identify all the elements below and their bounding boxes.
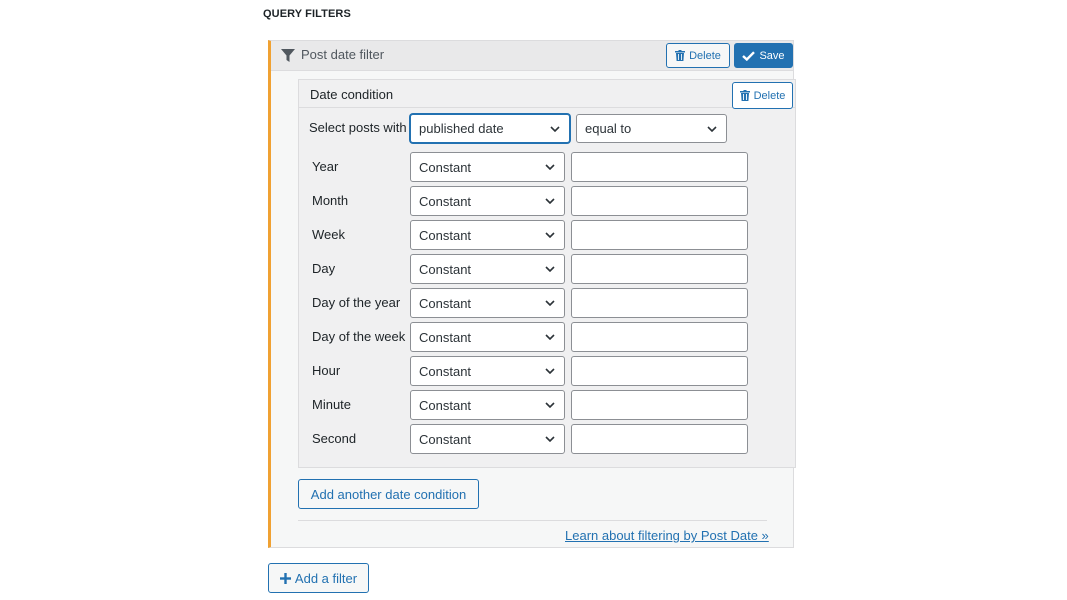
row-type-value: Constant [419, 329, 472, 345]
delete-filter-button[interactable]: Delete [666, 43, 730, 68]
row-type-select[interactable]: Constant [410, 356, 565, 386]
chevron-down-icon [545, 368, 555, 374]
date-field-select[interactable]: published date [410, 114, 570, 143]
row-type-select[interactable]: Constant [410, 288, 565, 318]
row-type-value: Constant [419, 397, 472, 413]
filter-header: Post date filter Delete Save [271, 41, 793, 71]
row-label: Day of the year [312, 295, 401, 310]
row-type-value: Constant [419, 363, 472, 379]
select-posts-label: Select posts with [309, 120, 407, 135]
learn-filtering-link[interactable]: Learn about filtering by Post Date » [565, 528, 769, 543]
section-title: QUERY FILTERS [263, 8, 351, 20]
plus-icon [279, 572, 291, 584]
delete-filter-label: Delete [689, 49, 721, 62]
delete-condition-button[interactable]: Delete [732, 82, 793, 109]
row-type-value: Constant [419, 193, 472, 209]
condition-header: Date condition [299, 80, 795, 108]
chevron-down-icon [545, 334, 555, 340]
chevron-down-icon [545, 198, 555, 204]
row-value-input[interactable] [571, 424, 748, 454]
row-label: Day [312, 261, 336, 276]
row-type-select[interactable]: Constant [410, 220, 565, 250]
date-field-value: published date [419, 121, 504, 136]
chevron-down-icon [545, 402, 555, 408]
date-condition-panel: Date condition Delete Select posts with … [298, 79, 796, 468]
row-type-select[interactable]: Constant [410, 254, 565, 284]
row-value-input[interactable] [571, 152, 748, 182]
row-value-input[interactable] [571, 322, 748, 352]
row-type-value: Constant [419, 159, 472, 175]
row-value-input[interactable] [571, 390, 748, 420]
row-type-select[interactable]: Constant [410, 186, 565, 216]
comparator-select[interactable]: equal to [576, 114, 727, 143]
row-value-input[interactable] [571, 254, 748, 284]
add-filter-button[interactable]: Add a filter [268, 563, 369, 593]
row-value-input[interactable] [571, 186, 748, 216]
row-label: Year [312, 159, 339, 174]
add-date-condition-button[interactable]: Add another date condition [298, 479, 479, 509]
comparator-value: equal to [585, 121, 632, 136]
row-label: Day of the week [312, 329, 406, 344]
row-value-input[interactable] [571, 288, 748, 318]
row-value-input[interactable] [571, 356, 748, 386]
post-date-filter-panel: Post date filter Delete Save Date condit… [268, 40, 796, 548]
chevron-down-icon [545, 266, 555, 272]
row-label: Second [312, 431, 357, 446]
row-type-value: Constant [419, 227, 472, 243]
row-type-select[interactable]: Constant [410, 322, 565, 352]
chevron-down-icon [545, 164, 555, 170]
row-value-input[interactable] [571, 220, 748, 250]
filter-title: Post date filter [301, 47, 385, 62]
row-type-value: Constant [419, 431, 472, 447]
add-filter-label: Add a filter [294, 570, 358, 586]
row-label: Hour [312, 363, 341, 378]
chevron-down-icon [550, 125, 560, 132]
row-type-select[interactable]: Constant [410, 424, 565, 454]
row-type-value: Constant [419, 261, 472, 277]
save-label: Save [759, 49, 785, 62]
row-type-select[interactable]: Constant [410, 390, 565, 420]
chevron-down-icon [707, 125, 717, 132]
divider [298, 520, 767, 521]
row-type-select[interactable]: Constant [410, 152, 565, 182]
chevron-down-icon [545, 300, 555, 306]
save-button[interactable]: Save [734, 43, 793, 68]
trash-icon [675, 50, 686, 61]
checkmark-icon [742, 50, 756, 61]
row-label: Week [312, 227, 345, 242]
chevron-down-icon [545, 232, 555, 238]
row-type-value: Constant [419, 295, 472, 311]
row-label: Minute [312, 397, 352, 412]
funnel-icon [281, 49, 295, 62]
row-label: Month [312, 193, 349, 208]
chevron-down-icon [545, 436, 555, 442]
condition-title: Date condition [310, 87, 394, 102]
trash-icon [739, 90, 750, 101]
delete-condition-label: Delete [753, 89, 786, 102]
